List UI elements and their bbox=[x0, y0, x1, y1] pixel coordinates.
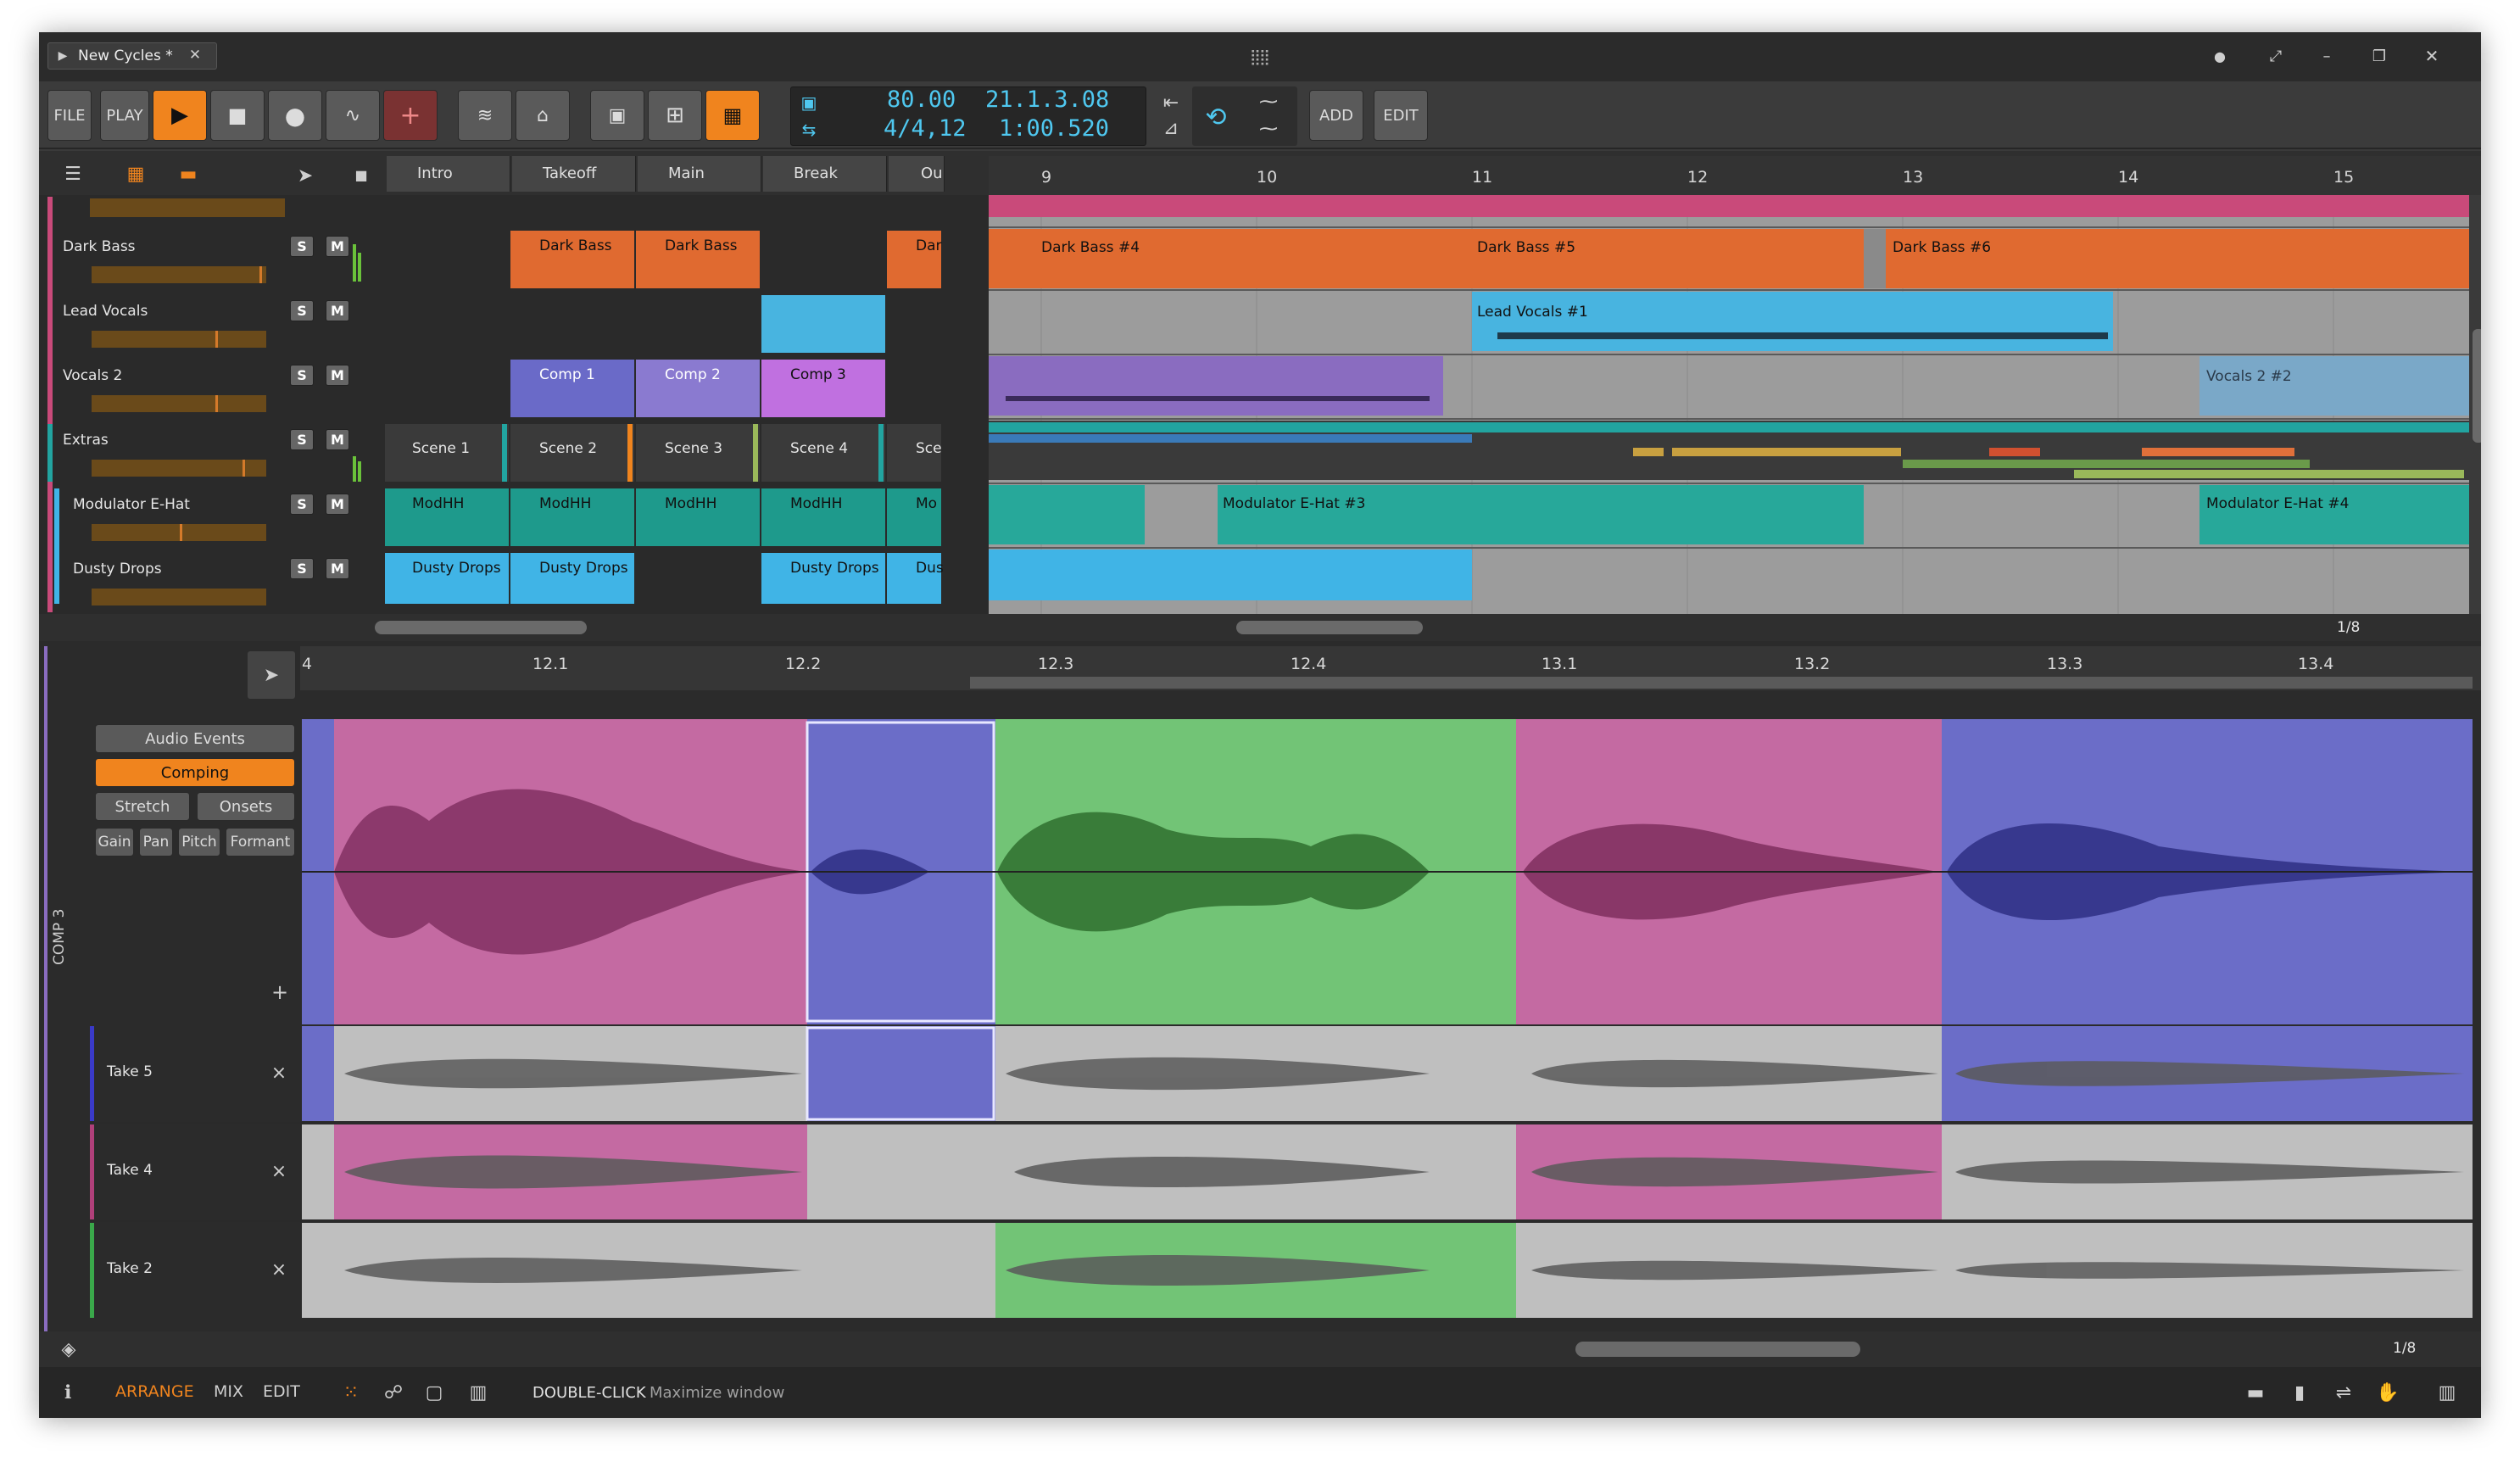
browser-icon[interactable]: ▬ bbox=[2244, 1381, 2267, 1404]
formant-button[interactable]: Formant bbox=[226, 828, 295, 857]
link-icon[interactable]: ☍ bbox=[382, 1381, 405, 1404]
keyboard-icon[interactable]: ▥ bbox=[2435, 1381, 2459, 1404]
daw-window: ▶ New Cycles * ✕ ⣿⣿ ● ⤢ – ❐ ✕ FILE PLAY … bbox=[39, 32, 2481, 1418]
onsets-button[interactable]: Onsets bbox=[197, 792, 295, 821]
pitch-button[interactable]: Pitch bbox=[178, 828, 220, 857]
add-take-button[interactable]: + bbox=[268, 980, 292, 1004]
pan-button[interactable]: Pan bbox=[139, 828, 173, 857]
editor-footer bbox=[39, 1331, 2481, 1367]
arrange-tab[interactable]: ARRANGE bbox=[115, 1382, 194, 1401]
panel-icon[interactable]: ▢ bbox=[422, 1381, 446, 1404]
take-label: Take 5 bbox=[107, 1063, 153, 1080]
take-label: Take 4 bbox=[107, 1162, 153, 1179]
audio-events-button[interactable]: Audio Events bbox=[95, 724, 295, 753]
file-icon[interactable]: ▮ bbox=[2288, 1381, 2311, 1404]
gain-button[interactable]: Gain bbox=[95, 828, 134, 857]
hand-icon[interactable]: ✋ bbox=[2376, 1381, 2400, 1404]
comp-lane-label: COMP 3 bbox=[51, 908, 68, 965]
status-bar bbox=[39, 1367, 2481, 1418]
take-label: Take 2 bbox=[107, 1260, 153, 1277]
snap-icon[interactable]: ⁙ bbox=[339, 1381, 363, 1404]
edit-tab[interactable]: EDIT bbox=[263, 1382, 300, 1401]
zoom-level-bottom[interactable]: 1/8 bbox=[2393, 1340, 2416, 1357]
comping-waveforms-graphic bbox=[90, 719, 2473, 1318]
stretch-button[interactable]: Stretch bbox=[95, 792, 190, 821]
take-close-icon[interactable]: × bbox=[268, 1062, 290, 1084]
info-icon[interactable]: ℹ bbox=[58, 1381, 78, 1404]
take-close-icon[interactable]: × bbox=[268, 1160, 290, 1182]
layers-icon[interactable]: ◈ bbox=[58, 1338, 80, 1360]
hint-text: Maximize window bbox=[650, 1384, 785, 1402]
editor-scrollbar[interactable] bbox=[1575, 1342, 1860, 1357]
comping-button[interactable]: Comping bbox=[95, 758, 295, 787]
mix-tab[interactable]: MIX bbox=[214, 1382, 243, 1401]
columns-icon[interactable]: ▥ bbox=[466, 1381, 490, 1404]
take-close-icon[interactable]: × bbox=[268, 1258, 290, 1281]
hint-key: DOUBLE-CLICK bbox=[532, 1384, 646, 1402]
mixer-icon[interactable]: ⇌ bbox=[2332, 1381, 2356, 1404]
